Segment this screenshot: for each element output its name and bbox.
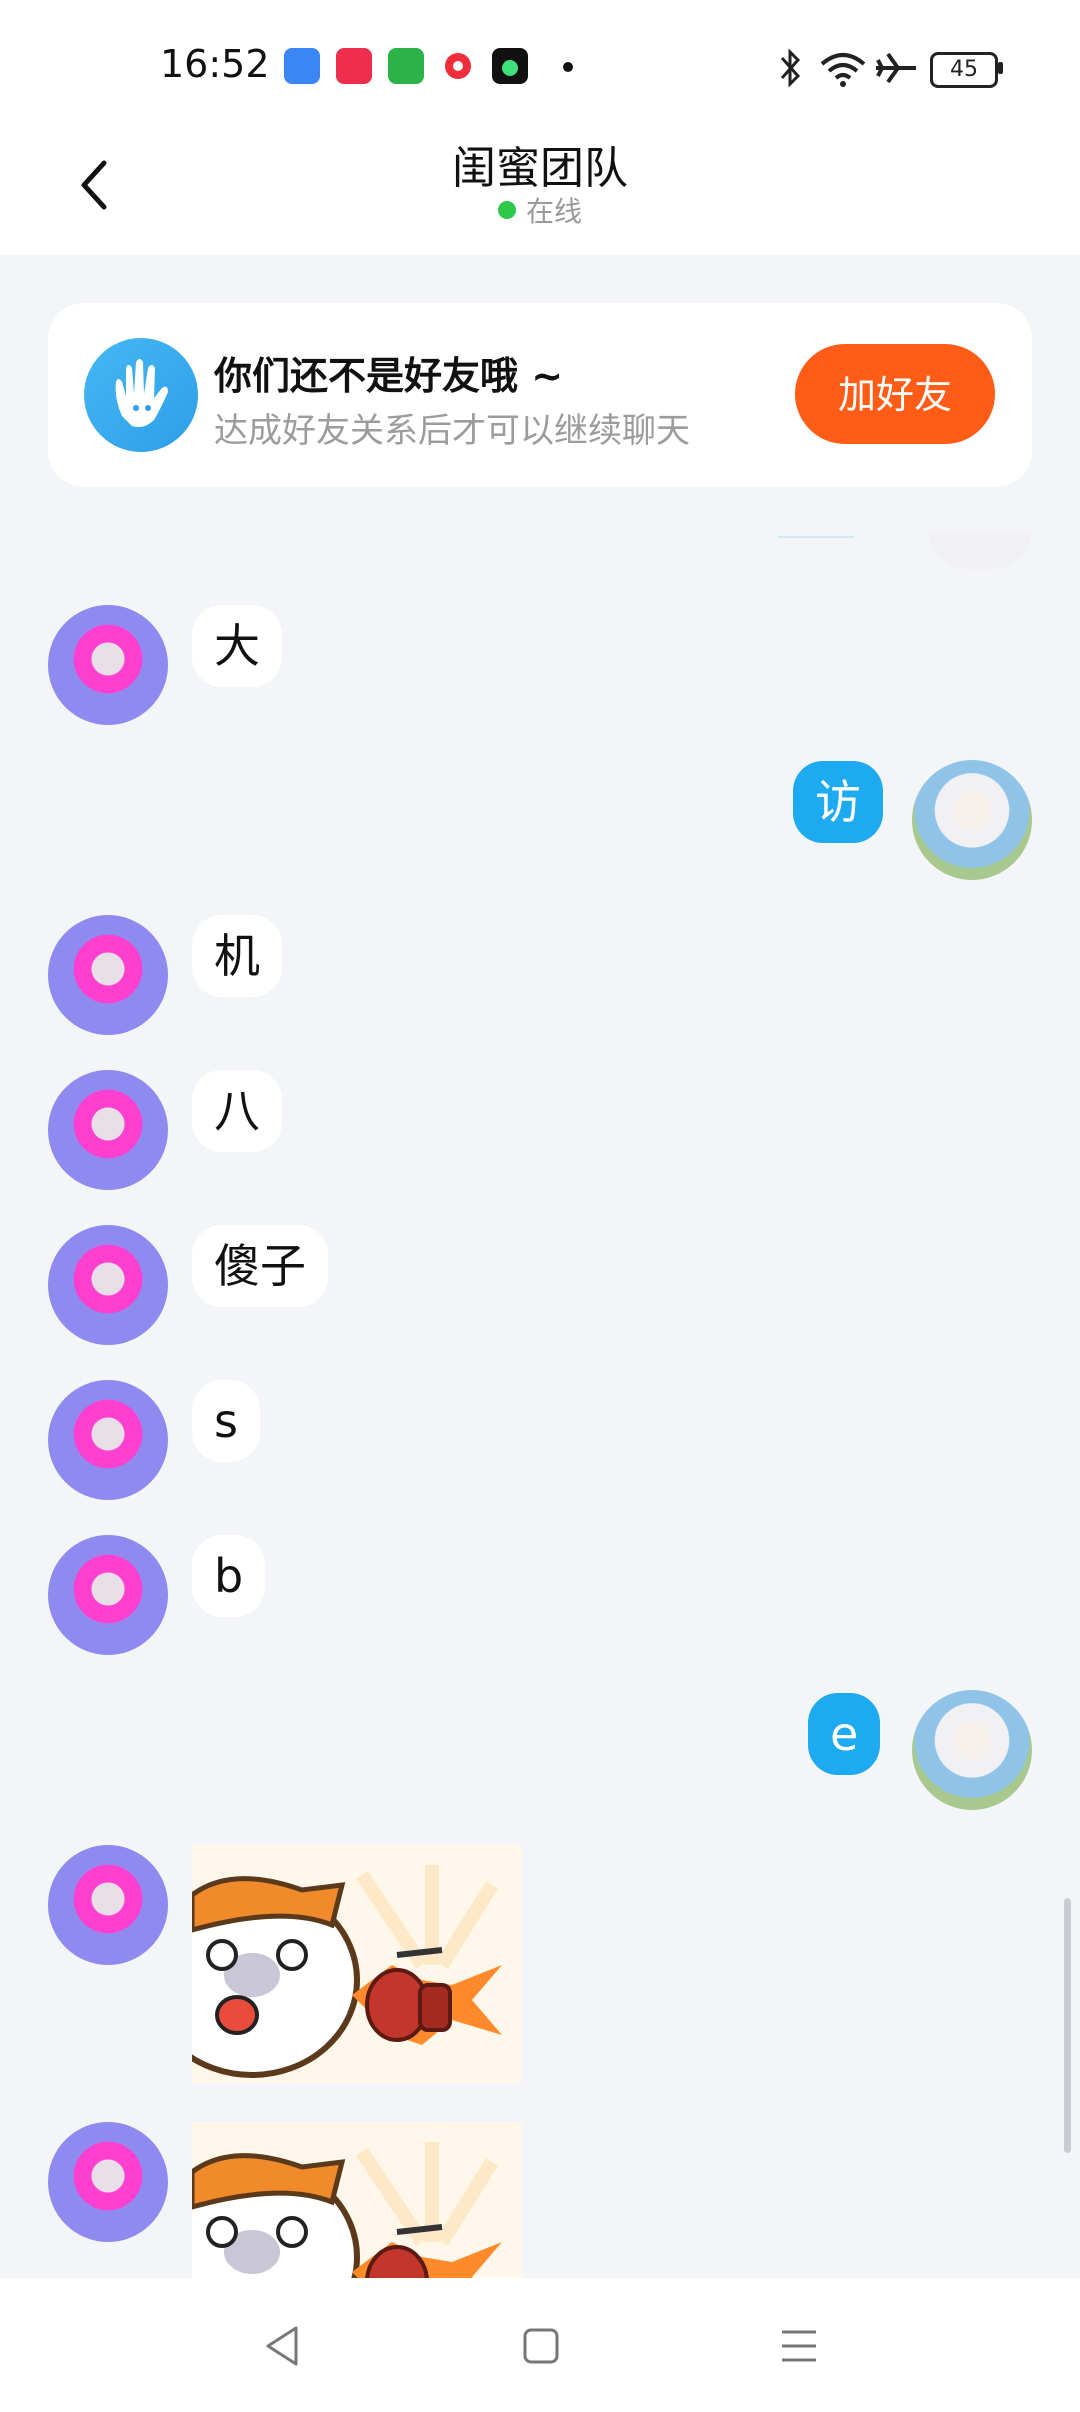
sticker-message[interactable] [192, 2122, 522, 2278]
wifi-icon [820, 53, 866, 87]
more-notifications-dot [563, 62, 573, 72]
message-bubble[interactable]: 机 [192, 915, 282, 997]
avatar-other[interactable] [48, 1845, 168, 1965]
app-blue-icon [284, 48, 320, 84]
message-bubble-self[interactable]: e [808, 1693, 881, 1775]
message-bubble[interactable]: b [192, 1535, 266, 1617]
avatar-other[interactable] [48, 1225, 168, 1345]
avatar-other[interactable] [48, 915, 168, 1035]
battery-icon: 45 [930, 52, 998, 88]
home-nav-icon[interactable] [522, 2326, 560, 2366]
message-bubble[interactable]: 八 [192, 1070, 282, 1152]
bluetooth-icon [780, 48, 801, 88]
video-red-icon [336, 48, 372, 84]
partial-message-bubble [778, 536, 854, 538]
message-bubble-self[interactable]: 访 [793, 761, 883, 843]
avatar-other[interactable] [48, 1380, 168, 1500]
avatar-other[interactable] [48, 1535, 168, 1655]
online-status: 在线 [0, 190, 1080, 230]
chat-title: 闺蜜团队 [452, 143, 628, 194]
wave-hand-icon [84, 338, 198, 452]
battery-tip [998, 62, 1003, 74]
music-black-icon [492, 48, 528, 84]
music-red-icon [440, 48, 476, 84]
shop-green-icon [388, 48, 424, 84]
menu-nav-icon[interactable] [778, 2326, 820, 2366]
back-nav-icon[interactable] [262, 2324, 302, 2368]
add-friend-button[interactable]: 加好友 [795, 344, 995, 444]
scrollbar[interactable] [1064, 1898, 1071, 2153]
message-bubble[interactable]: 大 [192, 605, 282, 687]
avatar-other[interactable] [48, 1070, 168, 1190]
avatar-self[interactable] [912, 1690, 1032, 1810]
message-bubble[interactable]: 傻子 [192, 1225, 328, 1307]
avatar-other[interactable] [48, 605, 168, 725]
banner-title: 你们还不是好友哦 ~ [214, 354, 564, 398]
online-status-text: 在线 [525, 195, 582, 228]
banner-subtitle: 达成好友关系后才可以继续聊天 [214, 411, 690, 451]
avatar-self-partial [930, 533, 1030, 569]
status-time: 16:52 [160, 42, 270, 86]
message-bubble[interactable]: s [192, 1380, 260, 1462]
avatar-other[interactable] [48, 2122, 168, 2242]
online-dot-icon [497, 201, 516, 219]
sticker-message[interactable] [192, 1845, 522, 2083]
avatar-self[interactable] [912, 760, 1032, 880]
airplane-icon [876, 52, 916, 84]
